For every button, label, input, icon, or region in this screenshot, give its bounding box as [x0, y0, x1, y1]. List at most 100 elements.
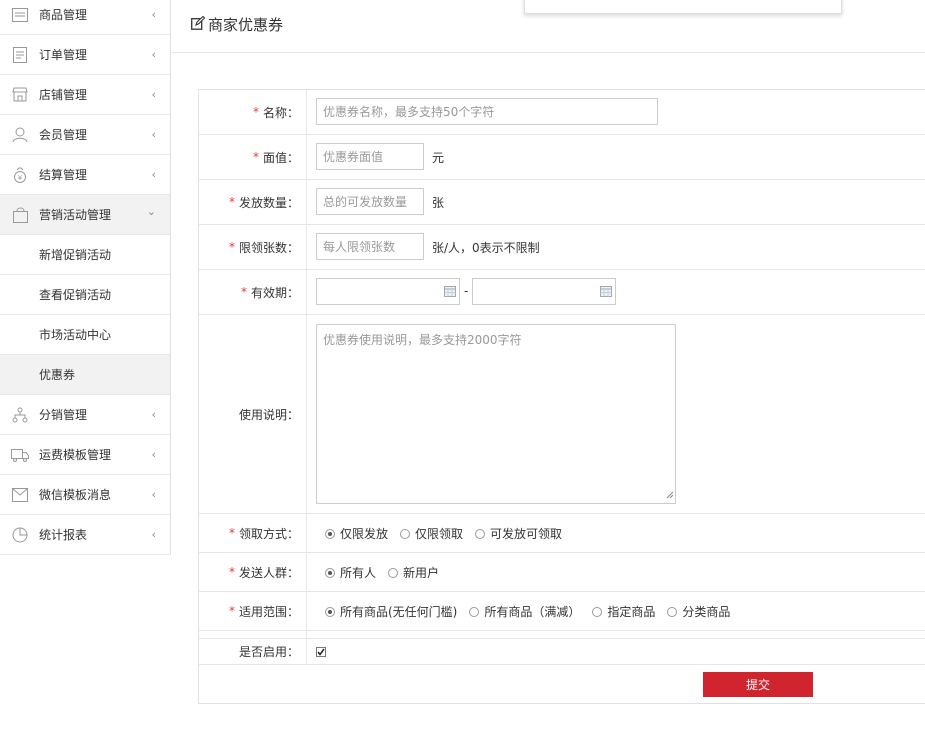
- sidebar-item-label: 查看促销活动: [39, 288, 112, 302]
- chevron-left-icon: ‹: [151, 48, 156, 61]
- quantity-unit: 张: [432, 196, 445, 210]
- form-row-scope: * 适用范围： 所有商品(无任何门槛) 所有商品（满减） 指定商品 分类商品: [199, 592, 925, 631]
- radio-button[interactable]: [667, 606, 678, 617]
- page-title-text: 商家优惠券: [208, 16, 284, 34]
- sidebar-subitem-view-promo[interactable]: 查看促销活动: [0, 275, 170, 315]
- form-row-description: 使用说明： 优惠券使用说明，最多支持2000字符: [199, 315, 925, 514]
- money-bag-icon: ¥: [11, 166, 29, 184]
- sidebar-item-label: 微信模板消息: [39, 488, 112, 502]
- edit-icon: [191, 15, 208, 34]
- quantity-input[interactable]: 总的可发放数量: [316, 188, 424, 215]
- coupon-form: * 名称： 优惠券名称，最多支持50个字符 * 面值： 优惠券面值 元 * 发放数量：…: [198, 89, 925, 704]
- coupon-name-input[interactable]: 优惠券名称，最多支持50个字符: [316, 98, 658, 125]
- chevron-left-icon: ‹: [151, 168, 156, 181]
- sidebar-item-label: 店铺管理: [39, 88, 88, 102]
- radio-all-products-no-threshold[interactable]: 所有商品(无任何门槛): [325, 603, 457, 620]
- sidebar-item-label: 新增促销活动: [39, 248, 112, 262]
- form-row-enabled: 是否启用：: [199, 639, 925, 665]
- sidebar-item-product[interactable]: 商品管理 ‹: [0, 0, 170, 35]
- sidebar-subitem-market-center[interactable]: 市场活动中心: [0, 315, 170, 355]
- face-value-input[interactable]: 优惠券面值: [316, 143, 424, 170]
- start-date-input[interactable]: [316, 278, 460, 305]
- limit-hint: 张/人，0表示不限制: [432, 241, 540, 255]
- audience-radio-group: 所有人 新用户: [325, 564, 451, 581]
- member-user-icon: [11, 126, 29, 144]
- form-row-audience: * 发送人群： 所有人 新用户: [199, 553, 925, 592]
- field-label: 使用说明：: [199, 315, 307, 513]
- pie-chart-icon: [11, 526, 29, 544]
- sidebar-item-order[interactable]: 订单管理 ‹: [0, 35, 170, 75]
- radio-button[interactable]: [475, 528, 486, 539]
- field-label: * 领取方式：: [199, 514, 307, 552]
- sidebar-item-label: 运费模板管理: [39, 448, 112, 462]
- radio-button[interactable]: [400, 528, 411, 539]
- form-row-name: * 名称： 优惠券名称，最多支持50个字符: [199, 90, 925, 135]
- shopping-bag-icon: [11, 206, 29, 224]
- radio-button[interactable]: [388, 567, 399, 578]
- sidebar-subitem-coupon[interactable]: 优惠券: [0, 355, 170, 395]
- field-label: * 名称：: [199, 90, 307, 134]
- form-row-limit: * 限领张数： 每人限领张数 张/人，0表示不限制: [199, 225, 925, 270]
- limit-per-user-input[interactable]: 每人限领张数: [316, 233, 424, 260]
- field-label-empty: [199, 631, 307, 638]
- sidebar-item-label: 结算管理: [39, 168, 88, 182]
- radio-button[interactable]: [592, 606, 603, 617]
- sidebar-item-label: 商品管理: [39, 8, 88, 22]
- radio-button[interactable]: [325, 567, 335, 578]
- shipping-truck-icon: [11, 446, 29, 464]
- svg-text:¥: ¥: [18, 174, 23, 182]
- radio-issue-and-claim[interactable]: 可发放可领取: [475, 525, 562, 542]
- calendar-icon[interactable]: [600, 286, 612, 297]
- sidebar-item-shipping[interactable]: 运费模板管理 ‹: [0, 435, 170, 475]
- radio-claim-only[interactable]: 仅限领取: [400, 525, 463, 542]
- radio-button[interactable]: [325, 528, 335, 539]
- sidebar-subitem-new-promo[interactable]: 新增促销活动: [0, 235, 170, 275]
- radio-new-users[interactable]: 新用户: [388, 564, 439, 581]
- field-label: * 有效期：: [199, 270, 307, 314]
- sidebar-item-label: 分销管理: [39, 408, 88, 422]
- radio-category-products[interactable]: 分类商品: [667, 603, 730, 620]
- resize-handle-icon[interactable]: [666, 488, 674, 502]
- face-value-unit: 元: [432, 151, 445, 165]
- radio-button[interactable]: [469, 606, 480, 617]
- sidebar: 商品管理 ‹ 订单管理 ‹ 店铺管理 ‹ 会员管理 ‹ ¥ 结算管理 ‹ 营销活…: [0, 0, 171, 555]
- radio-all-products-discount[interactable]: 所有商品（满减）: [469, 603, 580, 620]
- sidebar-item-distribution[interactable]: 分销管理 ‹: [0, 395, 170, 435]
- chevron-left-icon: ‹: [151, 528, 156, 541]
- form-row-spacer: [199, 631, 925, 639]
- form-row-face-value: * 面值： 优惠券面值 元: [199, 135, 925, 180]
- end-date-input[interactable]: [472, 278, 616, 305]
- chevron-left-icon: ‹: [151, 408, 156, 421]
- sidebar-item-reports[interactable]: 统计报表 ‹: [0, 515, 170, 555]
- field-label: * 发放数量：: [199, 180, 307, 224]
- radio-specific-products[interactable]: 指定商品: [592, 603, 655, 620]
- submit-button[interactable]: 提交: [703, 672, 813, 697]
- sidebar-item-label: 会员管理: [39, 128, 88, 142]
- scope-radio-group: 所有商品(无任何门槛) 所有商品（满减） 指定商品 分类商品: [325, 603, 742, 620]
- sidebar-item-label: 优惠券: [39, 368, 76, 382]
- receive-method-radio-group: 仅限发放 仅限领取 可发放可领取: [325, 525, 574, 542]
- calendar-icon[interactable]: [444, 286, 456, 297]
- sidebar-item-label: 订单管理: [39, 48, 88, 62]
- field-label: 是否启用：: [199, 639, 307, 664]
- sidebar-item-marketing[interactable]: 营销活动管理 ⌄: [0, 195, 170, 235]
- sidebar-item-settlement[interactable]: ¥ 结算管理 ‹: [0, 155, 170, 195]
- description-textarea[interactable]: 优惠券使用说明，最多支持2000字符: [316, 324, 676, 504]
- field-label: * 限领张数：: [199, 225, 307, 269]
- chevron-left-icon: ‹: [151, 128, 156, 141]
- radio-all-users[interactable]: 所有人: [325, 564, 376, 581]
- chevron-down-icon: ⌄: [146, 205, 156, 218]
- sidebar-item-store[interactable]: 店铺管理 ‹: [0, 75, 170, 115]
- checkmark-icon: [317, 648, 325, 656]
- description-placeholder: 优惠券使用说明，最多支持2000字符: [323, 333, 522, 347]
- enabled-checkbox[interactable]: [316, 647, 326, 657]
- radio-issue-only[interactable]: 仅限发放: [325, 525, 388, 542]
- sidebar-item-member[interactable]: 会员管理 ‹: [0, 115, 170, 155]
- page-header: 商家优惠券: [172, 0, 925, 53]
- field-label: * 适用范围：: [199, 592, 307, 630]
- sidebar-item-wechat-template[interactable]: 微信模板消息 ‹: [0, 475, 170, 515]
- radio-button[interactable]: [325, 606, 335, 617]
- wechat-message-icon: [11, 486, 29, 504]
- field-label: * 发送人群：: [199, 553, 307, 591]
- sidebar-item-label: 营销活动管理: [39, 208, 112, 222]
